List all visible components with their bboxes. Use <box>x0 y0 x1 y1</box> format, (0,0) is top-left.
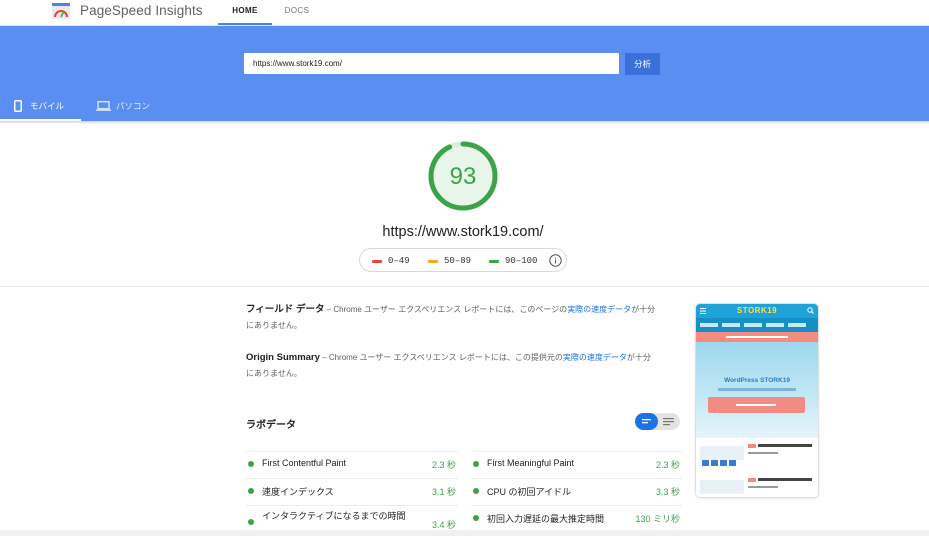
brand-title[interactable]: PageSpeed Insights <box>80 3 203 18</box>
tab-desktop[interactable]: パソコン <box>84 96 164 121</box>
laptop-icon <box>96 101 111 111</box>
info-icon[interactable] <box>549 254 562 267</box>
search-icon <box>807 307 814 314</box>
tab-mobile[interactable]: モバイル <box>0 96 81 121</box>
metric-label: CPU の初回アイドル <box>487 487 572 497</box>
legend-swatch-average <box>428 260 438 263</box>
metric-value: 2.3 秒 <box>655 460 680 470</box>
status-dot-icon <box>473 461 479 467</box>
list-compact-icon <box>642 419 651 424</box>
metric-speed-index: 速度インデックス 3.1 秒 <box>246 478 458 502</box>
smartphone-icon <box>14 100 22 112</box>
nav-tab-home[interactable]: HOME <box>218 0 272 25</box>
thumbnail-nav <box>696 318 818 332</box>
origin-summary-link[interactable]: 実際の速度データ <box>563 353 627 362</box>
legend-label-good: 90–100 <box>505 256 538 266</box>
toggle-compact-view[interactable] <box>635 413 658 430</box>
legend-swatch-good <box>489 260 499 263</box>
performance-score: 93 <box>449 163 477 190</box>
pagespeed-logo-icon[interactable] <box>52 3 70 19</box>
status-dot-icon <box>248 488 254 494</box>
metric-value: 2.3 秒 <box>431 460 456 470</box>
metric-label: インタラクティブになるまでの時間 <box>262 511 406 521</box>
analyze-button[interactable]: 分析 <box>625 53 660 75</box>
metric-first-meaningful-paint: First Meaningful Paint 2.3 秒 <box>471 451 682 475</box>
thumbnail-hero: WordPress STORK19 <box>696 342 818 438</box>
metric-value: 3.1 秒 <box>431 487 456 497</box>
url-input[interactable] <box>244 53 619 74</box>
field-data-text: – Chrome ユーザー エクスペリエンス レポートには、このページの <box>324 305 568 314</box>
tested-url: https://www.stork19.com/ <box>382 224 544 240</box>
metric-value: 130 ミリ秒 <box>635 514 680 524</box>
thumbnail-hero-subtitle <box>718 388 796 391</box>
metric-label: First Contentful Paint <box>262 458 347 468</box>
thumbnail-post-row <box>700 476 814 497</box>
metric-label: 速度インデックス <box>262 487 334 497</box>
metric-max-potential-fid: 初回入力遅延の最大推定時間 130 ミリ秒 <box>471 505 682 529</box>
thumbnail-header: STORK19 <box>696 304 818 318</box>
tab-desktop-label: パソコン <box>116 101 151 111</box>
hero-shadow <box>0 121 929 124</box>
thumbnail-logo: STORK19 <box>736 306 778 315</box>
section-divider <box>0 286 929 287</box>
lab-data-title: ラボデータ <box>246 420 296 431</box>
origin-summary-text: – Chrome ユーザー エクスペリエンス レポートには、この提供元の <box>319 353 563 362</box>
field-data-section: フィールド データ – Chrome ユーザー エクスペリエンス レポートには、… <box>246 302 656 334</box>
metric-value: 3.3 秒 <box>655 487 680 497</box>
list-expanded-icon[interactable] <box>660 413 678 430</box>
field-data-title: フィールド データ <box>246 304 325 315</box>
score-legend: 0–49 50–89 90–100 <box>359 248 567 272</box>
metric-label: 初回入力遅延の最大推定時間 <box>487 514 605 524</box>
status-dot-icon <box>473 515 479 521</box>
top-nav: PageSpeed Insights HOME DOCS <box>0 0 929 26</box>
legend-label-poor: 0–49 <box>388 256 410 266</box>
status-dot-icon <box>473 488 479 494</box>
thumbnail-hero-button <box>708 397 805 413</box>
origin-summary-title: Origin Summary <box>246 352 320 363</box>
metric-first-contentful-paint: First Contentful Paint 2.3 秒 <box>246 451 458 475</box>
legend-swatch-poor <box>372 260 382 263</box>
page-bottom-edge <box>0 530 929 536</box>
status-dot-icon <box>248 461 254 467</box>
thumbnail-hero-title: WordPress STORK19 <box>724 377 790 384</box>
status-dot-icon <box>248 519 254 525</box>
metric-label: First Meaningful Paint <box>487 458 575 468</box>
page-screenshot-thumbnail: STORK19 WordPress STORK19 <box>695 303 819 498</box>
thumbnail-notice-bar <box>696 332 818 342</box>
metric-first-cpu-idle: CPU の初回アイドル 3.3 秒 <box>471 478 682 502</box>
legend-label-average: 50–89 <box>444 256 472 266</box>
tab-mobile-label: モバイル <box>30 101 65 111</box>
search-hero: 分析 モバイル パソコン <box>0 26 929 121</box>
metric-view-toggle[interactable] <box>635 413 680 430</box>
field-data-link[interactable]: 実際の速度データ <box>567 305 631 314</box>
thumbnail-badges <box>702 460 738 466</box>
origin-summary-section: Origin Summary – Chrome ユーザー エクスペリエンス レポ… <box>246 350 656 382</box>
nav-tab-docs[interactable]: DOCS <box>276 0 318 25</box>
